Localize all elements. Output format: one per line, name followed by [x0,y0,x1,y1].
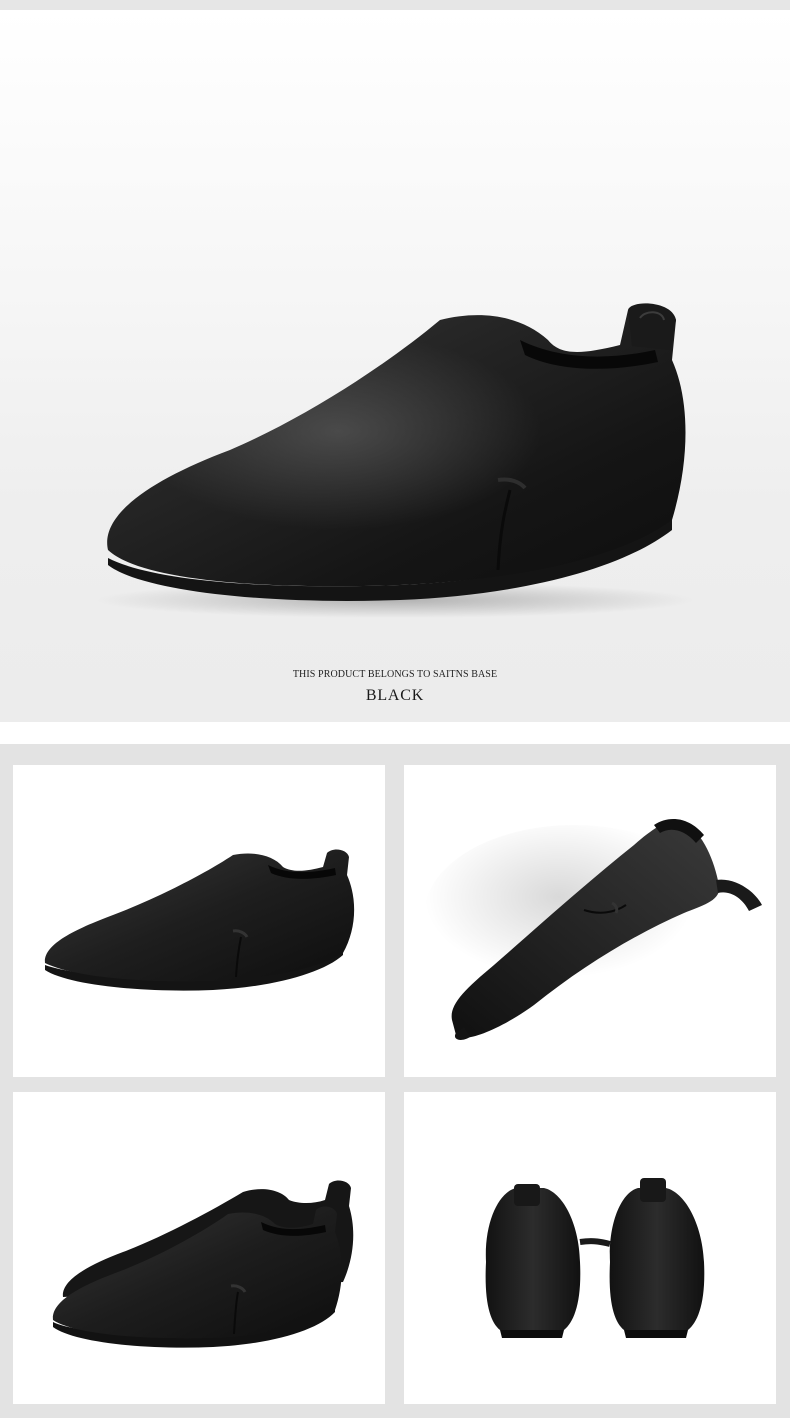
section-gap [0,722,790,744]
shoe-top-angle-image [424,819,762,1040]
gallery-tile-heel-view [404,1092,776,1404]
top-divider [0,0,790,10]
hero-shoe-image [95,303,695,618]
gallery-tile-pair-side [13,1092,385,1404]
color-name-label: BLACK [365,687,425,704]
shoe-pair-side-image [52,1180,354,1348]
hero-section: THIS PRODUCT BELONGS TO SAITNS BASE BLAC… [0,10,790,722]
gallery-tile-side-view [13,765,385,1077]
gallery-tile-top-angle [404,765,776,1077]
product-series-caption: THIS PRODUCT BELONGS TO SAITNS BASE [292,669,498,680]
product-gallery-grid [0,744,790,1418]
shoe-heel-view-image [485,1178,705,1338]
shoe-side-view-image [44,849,355,991]
